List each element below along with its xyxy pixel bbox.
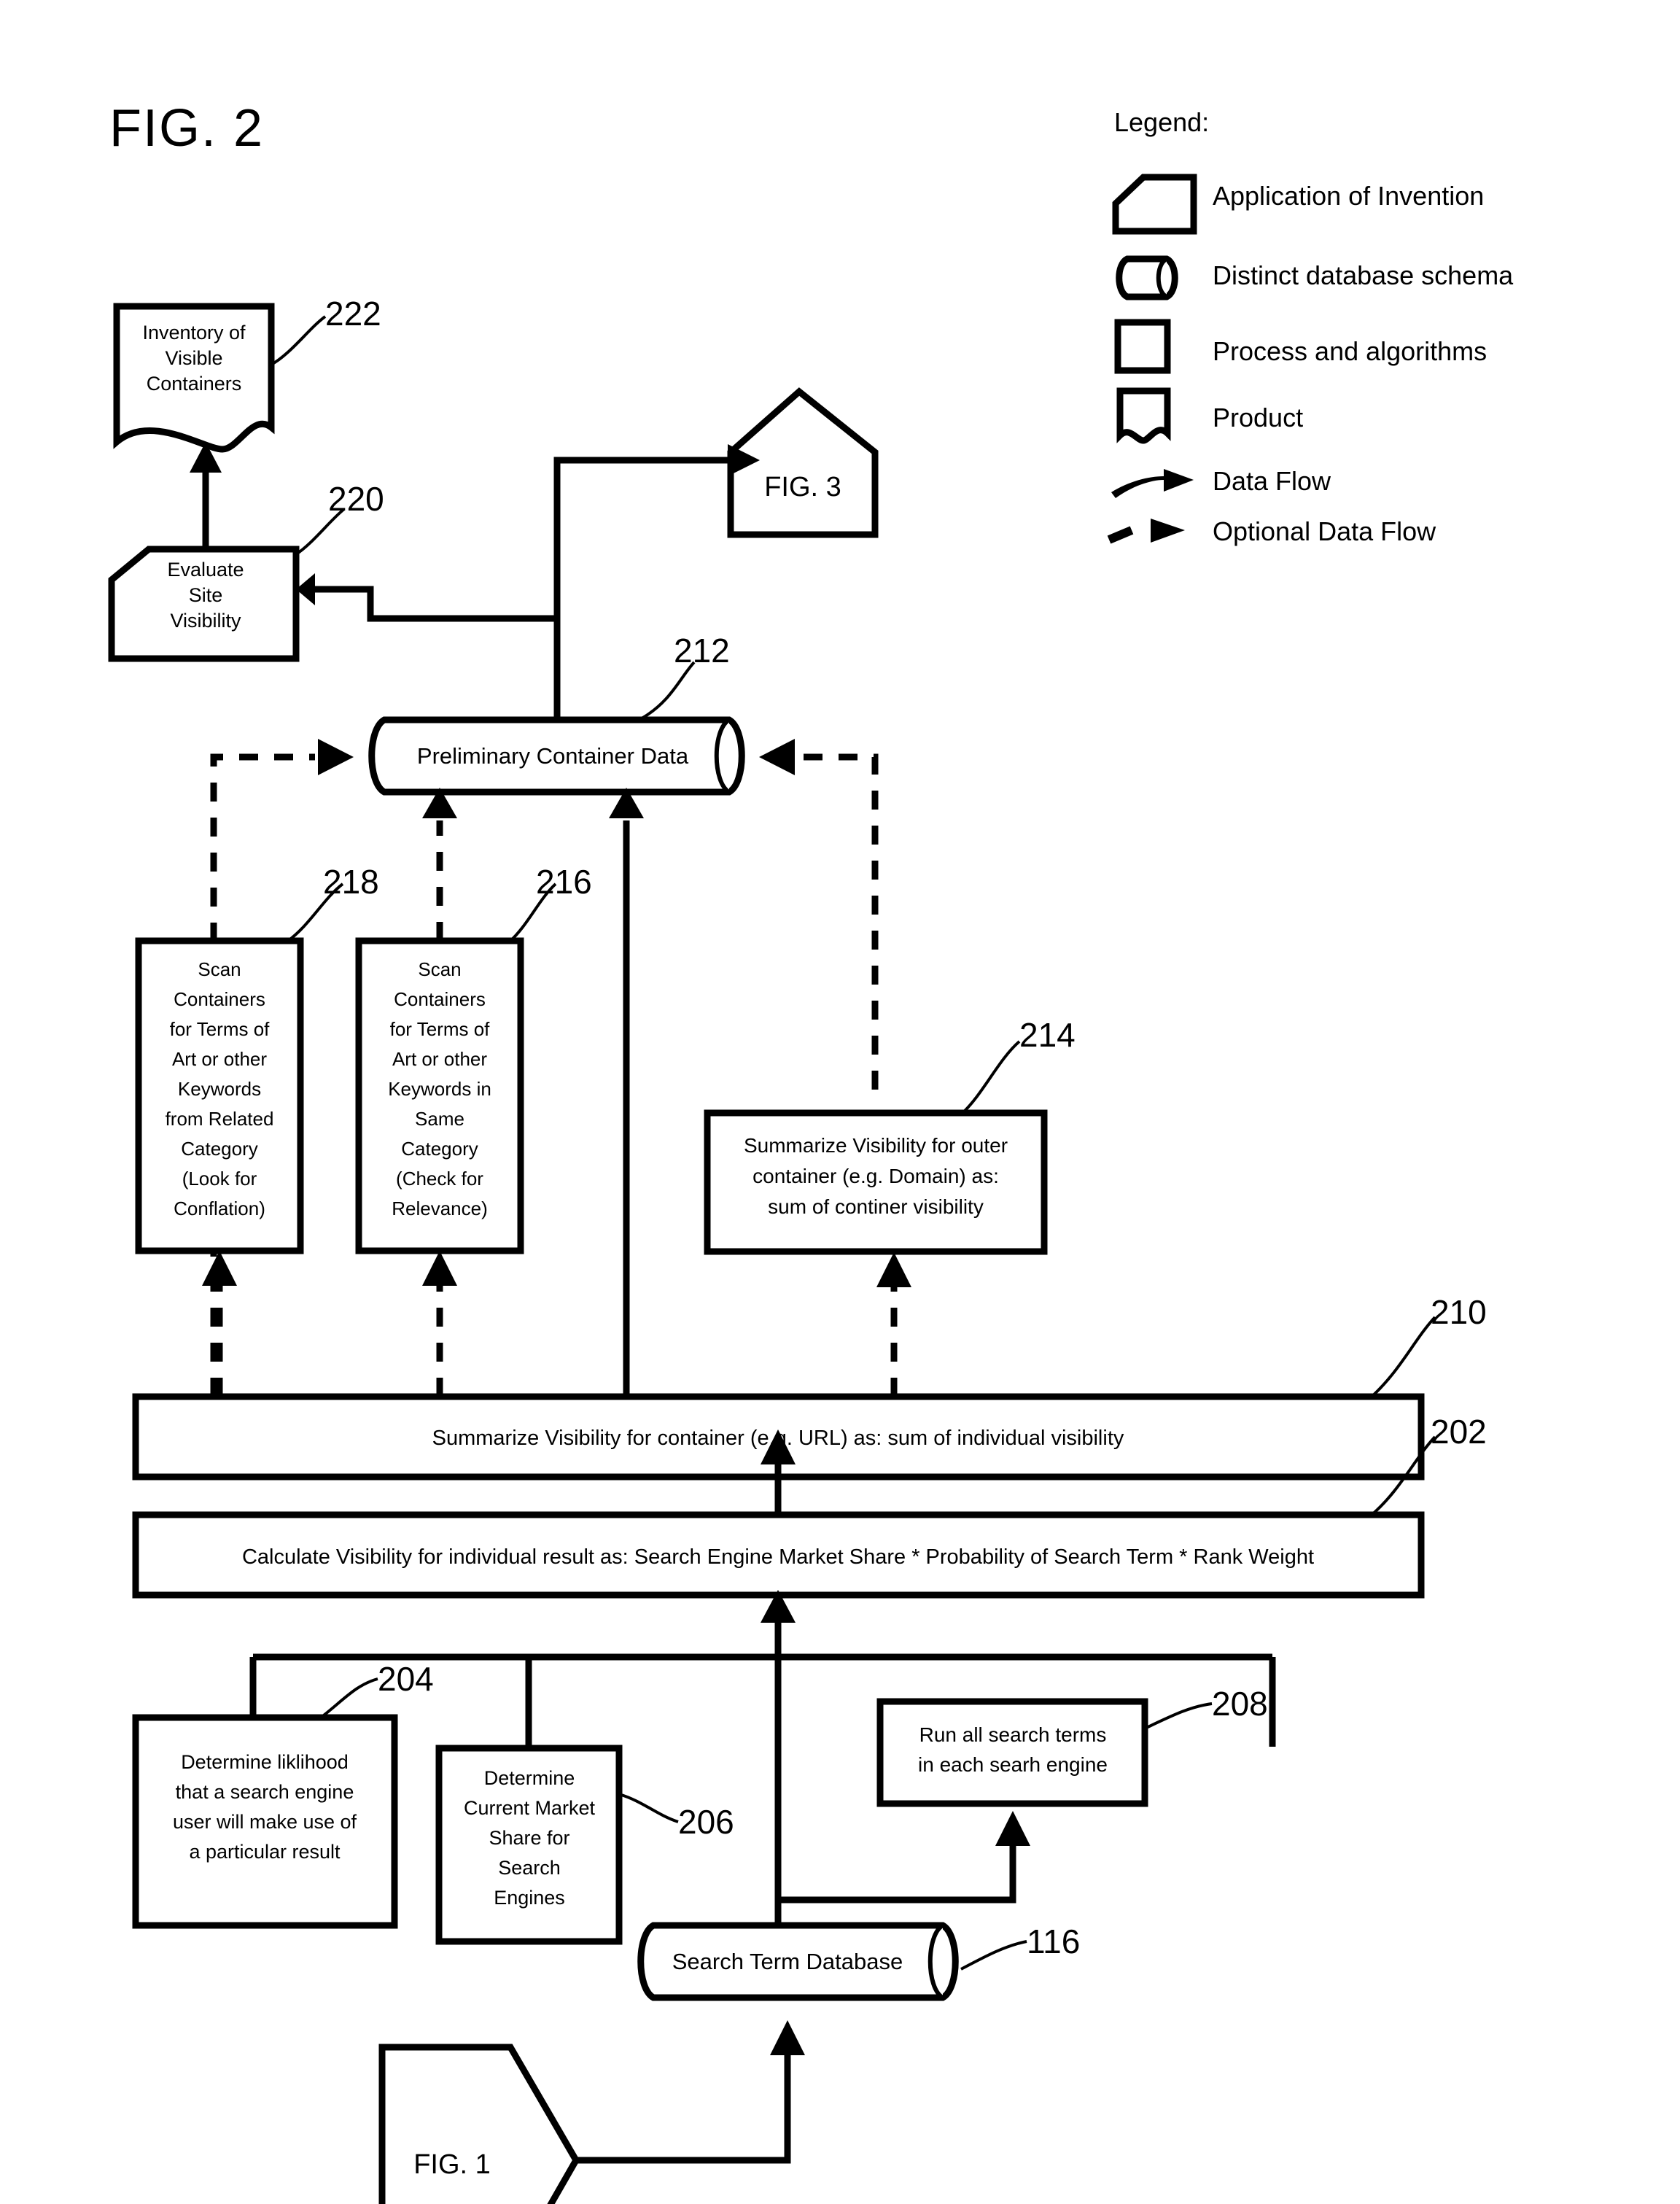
svg-text:(Look for: (Look for: [182, 1168, 257, 1190]
svg-text:Inventory of: Inventory of: [142, 322, 246, 344]
svg-text:Same: Same: [415, 1108, 464, 1130]
svg-text:Scan: Scan: [198, 958, 241, 980]
svg-text:Containers: Containers: [174, 988, 265, 1010]
legend-swatch-optional-data-flow-arrow: [1107, 519, 1185, 544]
ref-leader-214: [961, 1040, 1021, 1114]
legend-label-5: Optional Data Flow: [1213, 516, 1436, 546]
svg-text:Visible: Visible: [165, 347, 222, 369]
svg-text:Summarize Visibility for outer: Summarize Visibility for outer: [744, 1134, 1008, 1157]
svg-text:that a search engine: that a search engine: [176, 1781, 354, 1803]
svg-text:Keywords in: Keywords in: [388, 1078, 491, 1100]
node-scan-containers-same-category[interactable]: Scan Containers for Terms of Art or othe…: [355, 937, 524, 1254]
node-determine-likelihood[interactable]: Determine liklihood that a search engine…: [132, 1714, 398, 1929]
svg-text:Conflation): Conflation): [174, 1198, 265, 1219]
ref-number-206: 206: [678, 1803, 734, 1841]
figure-canvas: FIG. 2 Legend: Application of Invention …: [108, 99, 1514, 2204]
svg-text:Run all search terms: Run all search terms: [919, 1723, 1107, 1746]
ref-number-214: 214: [1019, 1016, 1076, 1054]
svg-text:Containers: Containers: [147, 373, 242, 395]
legend-swatch-distinct-database-schema: [1116, 255, 1178, 300]
svg-text:Share for: Share for: [489, 1827, 569, 1849]
svg-text:Engines: Engines: [494, 1887, 565, 1909]
ref-number-208: 208: [1212, 1685, 1268, 1723]
node-preliminary-container-data[interactable]: Preliminary Container Data: [368, 716, 745, 796]
svg-text:Category: Category: [401, 1138, 478, 1160]
node-run-all-search-terms[interactable]: Run all search terms in each searh engin…: [876, 1698, 1148, 1807]
svg-text:user will make use of: user will make use of: [173, 1811, 357, 1833]
ref-leader-222: [271, 315, 327, 366]
ref-number-218: 218: [323, 863, 379, 901]
node-inventory-of-visible-containers[interactable]: Inventory of Visible Containers: [113, 303, 275, 453]
legend-swatch-product: [1116, 387, 1171, 444]
node-summarize-outer-container[interactable]: Summarize Visibility for outer container…: [704, 1109, 1048, 1255]
legend-swatch-data-flow-arrow: [1111, 469, 1194, 498]
svg-text:for Terms of: for Terms of: [390, 1018, 491, 1040]
node-determine-market-share[interactable]: Determine Current Market Share for Searc…: [435, 1745, 623, 1945]
page-title: FIG. 2: [109, 99, 264, 158]
ref-number-220: 220: [328, 480, 384, 518]
node-scan-containers-related-category[interactable]: Scan Containers for Terms of Art or othe…: [135, 937, 304, 1254]
svg-text:Current Market: Current Market: [464, 1797, 596, 1819]
legend-label-1: Distinct database schema: [1213, 260, 1514, 290]
ref-number-216: 216: [536, 863, 592, 901]
svg-text:Art or other: Art or other: [392, 1048, 487, 1070]
svg-text:container (e.g. Domain) as:: container (e.g. Domain) as:: [752, 1165, 999, 1187]
svg-text:from Related: from Related: [166, 1108, 274, 1130]
ref-number-210: 210: [1431, 1293, 1487, 1331]
ref-leader-206: [618, 1793, 679, 1823]
svg-text:FIG. 1: FIG. 1: [413, 2149, 491, 2180]
legend-label-0: Application of Invention: [1213, 181, 1484, 211]
optional-flow-right-loop: [798, 753, 879, 1090]
legend: Legend: Application of Invention Distinc…: [1107, 107, 1514, 546]
svg-text:Determine liklihood: Determine liklihood: [181, 1751, 349, 1773]
node-search-term-database[interactable]: Search Term Database: [637, 1922, 959, 2001]
legend-label-4: Data Flow: [1213, 466, 1331, 496]
flow-fig1-to-db: [576, 2053, 791, 2164]
ref-leader-210: [1369, 1316, 1436, 1399]
svg-text:Determine: Determine: [484, 1767, 575, 1789]
legend-swatch-application-of-invention: [1112, 174, 1197, 235]
legend-heading: Legend:: [1114, 107, 1209, 137]
ref-number-116: 116: [1027, 1922, 1080, 1960]
flow-preliminary-to-evaluate: [314, 586, 557, 622]
svg-text:Visibility: Visibility: [170, 610, 241, 632]
svg-text:Site: Site: [189, 584, 223, 606]
ref-number-202: 202: [1431, 1413, 1487, 1451]
legend-label-3: Product: [1213, 403, 1303, 432]
ref-number-222: 222: [325, 295, 381, 333]
legend-swatch-process-and-algorithms: [1114, 319, 1171, 374]
svg-text:Search: Search: [498, 1857, 561, 1879]
svg-text:Evaluate: Evaluate: [167, 559, 244, 581]
node-fig-1-connector[interactable]: FIG. 1: [378, 2044, 580, 2204]
ref-leader-204: [319, 1677, 378, 1719]
ref-leader-212: [641, 661, 696, 720]
svg-text:Preliminary Container Data: Preliminary Container Data: [417, 743, 689, 769]
svg-text:Search Term Database: Search Term Database: [672, 1949, 903, 1974]
svg-text:Art or other: Art or other: [172, 1048, 267, 1070]
svg-text:Relevance): Relevance): [392, 1198, 488, 1219]
svg-text:for Terms of: for Terms of: [170, 1018, 271, 1040]
svg-text:in each searh engine: in each searh engine: [918, 1753, 1108, 1776]
svg-text:Calculate Visibility for indiv: Calculate Visibility for individual resu…: [242, 1545, 1314, 1569]
svg-text:Category: Category: [181, 1138, 258, 1160]
svg-text:FIG. 3: FIG. 3: [764, 472, 841, 503]
flow-preliminary-to-fig3: [553, 457, 729, 720]
svg-text:Containers: Containers: [394, 988, 486, 1010]
ref-number-212: 212: [674, 632, 730, 670]
ref-leader-208: [1144, 1702, 1213, 1730]
flow-db-to-run-terms: [778, 1844, 1016, 1904]
patent-figure-page: FIG. 2 Legend: Application of Invention …: [0, 0, 1680, 2204]
svg-text:sum of continer visibility: sum of continer visibility: [768, 1195, 984, 1218]
svg-text:Keywords: Keywords: [178, 1078, 261, 1100]
node-evaluate-site-visibility[interactable]: Evaluate Site Visibility: [108, 546, 300, 662]
ref-leader-116: [960, 1940, 1027, 1971]
ref-number-204: 204: [378, 1660, 434, 1698]
legend-label-2: Process and algorithms: [1213, 336, 1487, 366]
svg-text:(Check for: (Check for: [396, 1168, 483, 1190]
svg-text:Scan: Scan: [418, 958, 461, 980]
node-calculate-visibility-bar[interactable]: Calculate Visibility for individual resu…: [132, 1511, 1425, 1599]
svg-text:a particular result: a particular result: [189, 1841, 341, 1863]
